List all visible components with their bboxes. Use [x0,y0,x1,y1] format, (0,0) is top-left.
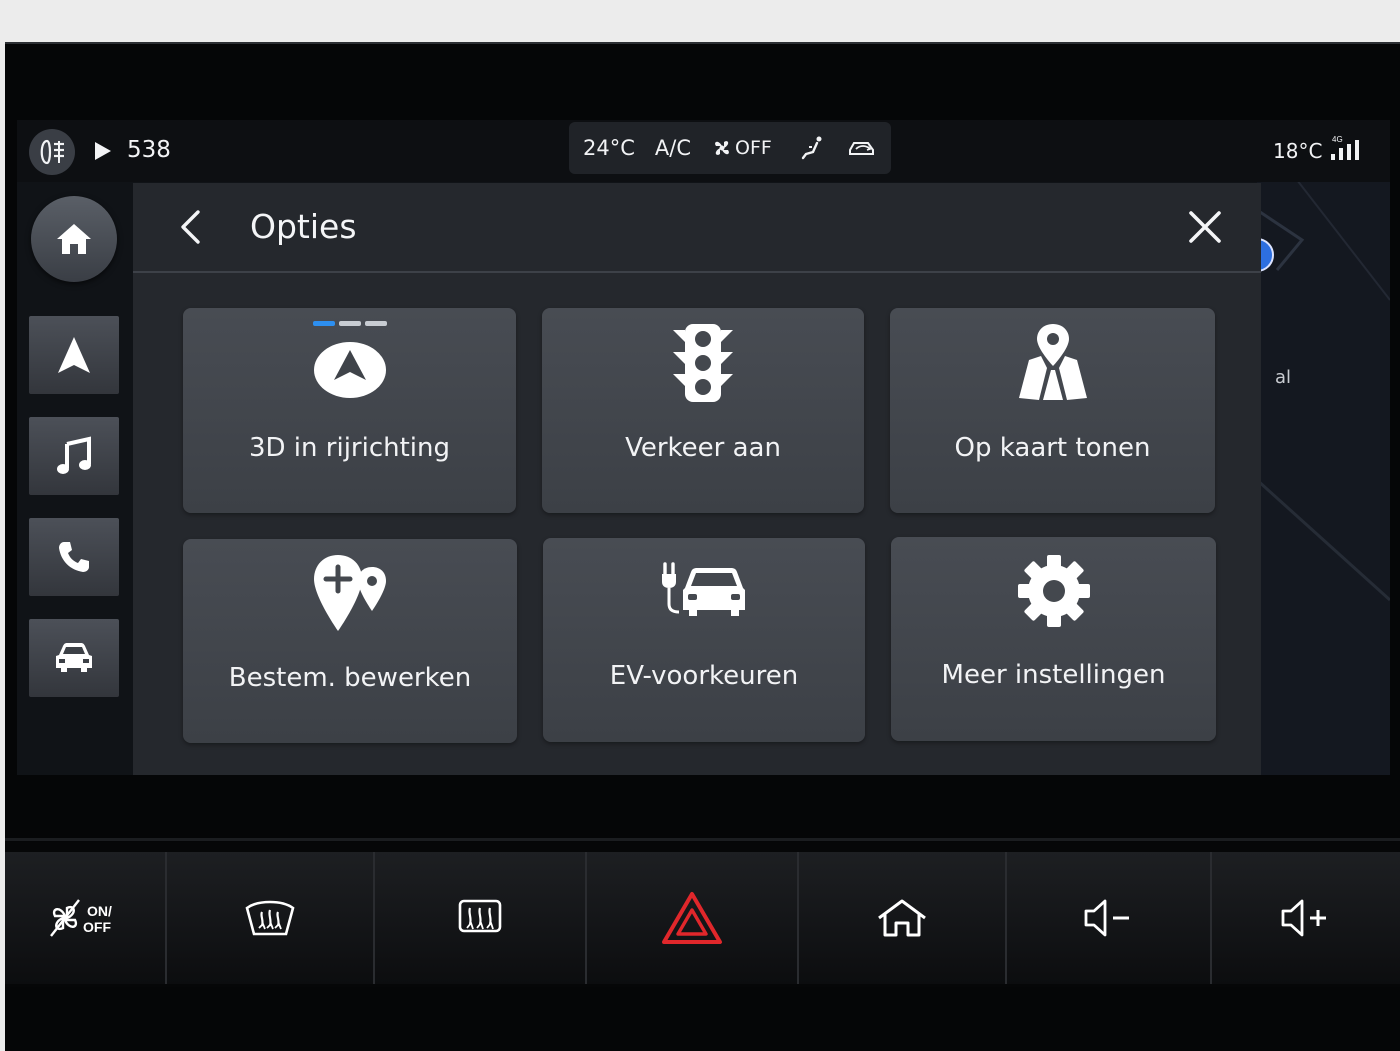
fan-state: OFF [735,137,772,159]
page-indicator-active [312,321,335,326]
volume-down-button[interactable] [1005,852,1210,984]
fan-onoff-icon: ON/ OFF [50,899,112,937]
page-title: Opties [250,207,357,246]
navigation-icon [58,337,90,373]
rear-defrost-icon [458,899,502,933]
touchscreen: al 538 24°C A/C OFF 18°C 4G Opties 3D in… [17,120,1390,775]
tile-show-on-map[interactable]: Op kaart tonen [890,308,1215,513]
fog-light-icon [40,139,64,165]
hardware-separator [5,838,1400,841]
home-icon [878,899,926,937]
tile-label: Bestem. bewerken [228,663,472,693]
traffic-light-icon [673,324,733,402]
volume-up-icon [1281,899,1326,937]
ev-charging-icon [662,562,745,616]
tile-edit-destination[interactable]: Bestem. bewerken [183,539,517,743]
status-bar: 538 24°C A/C OFF 18°C 4G [17,120,1390,182]
tile-3d-heading[interactable]: 3D in rijrichting [183,308,516,513]
tile-label: Op kaart tonen [954,433,1151,463]
chevron-left-icon [181,210,200,244]
tile-more-settings[interactable]: Meer instellingen [891,537,1216,741]
network-type: 4G [1332,135,1343,144]
map-pin-icon [1018,324,1087,400]
sidebar-item-music[interactable] [29,417,119,495]
tile-label: EV-voorkeuren [609,661,799,691]
rear-defrost-button[interactable] [373,852,585,984]
options-panel: Opties 3D in rijrichting Verkeer aan Op … [133,183,1261,775]
map-view[interactable]: al [1257,180,1390,775]
map-street-label: al [1275,367,1292,388]
play-icon[interactable] [93,140,113,162]
recirculation-icon [848,142,874,155]
hazard-button[interactable] [585,852,797,984]
sidebar [17,182,133,775]
climate-onoff-button[interactable]: ON/ OFF [5,852,165,984]
ac-status: A/C [654,136,691,160]
front-defrost-icon [245,900,295,936]
sidebar-item-phone[interactable] [29,518,119,596]
home-hardware-button[interactable] [797,852,1005,984]
sidebar-item-vehicle[interactable] [29,619,119,697]
fan-icon [715,141,729,155]
seat-airflow-icon [801,136,822,160]
tile-label: 3D in rijrichting [248,433,451,463]
home-icon [57,224,91,254]
fog-light-button[interactable] [29,129,75,175]
outside-temperature: 18°C [1273,139,1323,163]
back-button[interactable] [173,207,207,247]
volume-down-icon [1084,899,1129,937]
on-label: ON/ [87,903,112,919]
music-icon [57,436,91,474]
volume-up-button[interactable] [1210,852,1400,984]
hazard-icon [662,892,722,944]
fan-status: OFF [711,137,772,159]
tile-label: Meer instellingen [941,660,1166,690]
add-destination-icon [314,555,386,631]
map-roads [1257,180,1390,602]
sidebar-item-navigation[interactable] [29,316,119,394]
signal-strength-icon: 4G [1331,135,1359,160]
climate-summary[interactable]: 24°C A/C OFF [569,122,891,174]
tile-traffic[interactable]: Verkeer aan [542,308,864,513]
close-button[interactable] [1183,205,1227,249]
front-defrost-button[interactable] [165,852,373,984]
radio-station[interactable]: 538 [127,137,171,163]
close-icon [1189,211,1221,243]
gear-icon [1017,555,1090,627]
sidebar-item-home[interactable] [31,196,117,282]
phone-icon [59,542,89,572]
tile-ev-preferences[interactable]: EV-voorkeuren [543,538,865,742]
tile-label: Verkeer aan [625,433,781,463]
compass-arrow-icon [312,321,387,398]
panel-header: Opties [133,183,1261,273]
car-icon [56,643,92,672]
off-label: OFF [83,919,111,935]
cabin-temperature: 24°C [583,136,635,160]
